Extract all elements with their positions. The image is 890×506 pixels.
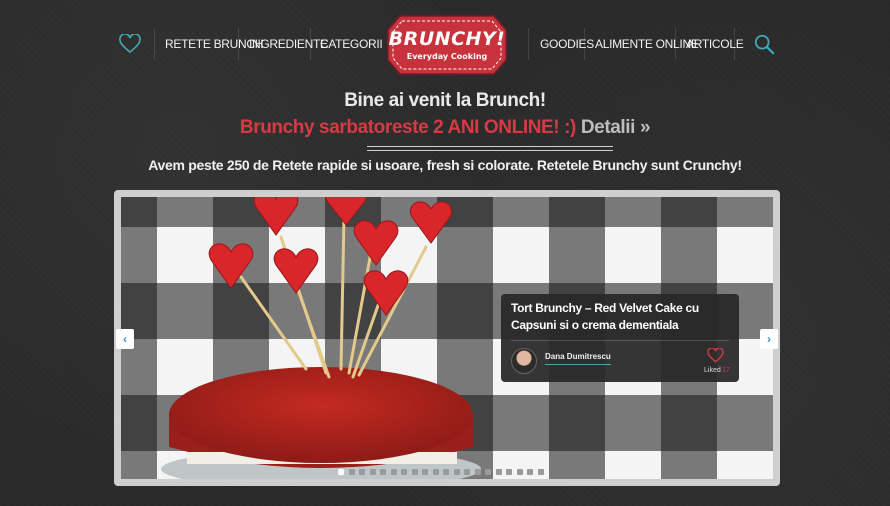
slider-dot[interactable]: [474, 469, 481, 475]
slider-prev-arrow[interactable]: ‹: [116, 329, 134, 349]
nav-categorii[interactable]: CATEGORII: [320, 30, 383, 58]
nav-divider: [675, 28, 676, 60]
slider-dot[interactable]: [432, 469, 439, 475]
liked-count: 17: [722, 367, 730, 374]
details-link[interactable]: Detalii »: [581, 117, 651, 138]
brunchy-logo[interactable]: BRUNCHY! Everyday Cooking: [386, 14, 508, 76]
promo-line: Brunchy sarbatoreste 2 ANI ONLINE! :) De…: [0, 117, 890, 139]
nav-divider: [238, 28, 239, 60]
slider-dot[interactable]: [527, 469, 533, 475]
nav-divider: [154, 28, 155, 60]
liked-label: Liked: [704, 367, 721, 374]
nav-divider: [734, 28, 735, 60]
logo-subtitle: Everyday Cooking: [406, 52, 488, 61]
author-avatar[interactable]: [511, 348, 537, 374]
nav-goodies[interactable]: GOODIES: [540, 30, 594, 58]
slider-dot[interactable]: [359, 469, 365, 475]
slider-dot[interactable]: [537, 469, 544, 475]
slider-dot[interactable]: [485, 469, 491, 475]
slider-dot[interactable]: [464, 469, 470, 475]
slider-dot[interactable]: [422, 469, 428, 475]
nav-divider: [528, 28, 529, 60]
nav-alimente-online[interactable]: ALIMENTE ONLINE: [595, 30, 699, 58]
slider-dot[interactable]: [411, 469, 418, 475]
slider-dot[interactable]: [401, 469, 407, 475]
slider-dot[interactable]: [390, 469, 397, 475]
slider-dot[interactable]: [516, 469, 523, 475]
slider-dot[interactable]: [380, 469, 386, 475]
slider-next-arrow[interactable]: ›: [760, 329, 778, 349]
nav-divider: [310, 28, 311, 60]
welcome-heading: Bine ai venit la Brunch!: [344, 90, 546, 111]
recipe-title[interactable]: Tort Brunchy – Red Velvet Cake cu Capsun…: [511, 300, 729, 334]
recipe-card[interactable]: Tort Brunchy – Red Velvet Cake cu Capsun…: [501, 294, 739, 382]
nav-ingrediente[interactable]: INGREDIENTE: [249, 30, 328, 58]
heart-icon[interactable]: [119, 34, 141, 54]
slider-dot[interactable]: [338, 469, 344, 475]
slider-dot[interactable]: [369, 469, 376, 475]
slider-dot[interactable]: [506, 469, 512, 475]
slider-dot[interactable]: [495, 469, 502, 475]
logo-title: BRUNCHY!: [388, 28, 506, 50]
nav-divider: [584, 28, 585, 60]
heading-divider: [367, 146, 613, 151]
slider-dot[interactable]: [443, 469, 449, 475]
heart-icon[interactable]: [707, 348, 724, 363]
slider-dot[interactable]: [348, 469, 355, 475]
tagline: Avem peste 250 de Retete rapide si usoar…: [148, 157, 742, 173]
author-name[interactable]: Dana Dumitrescu: [545, 352, 611, 365]
slider-dot[interactable]: [453, 469, 460, 475]
promo-text: Brunchy sarbatoreste 2 ANI ONLINE! :): [239, 117, 576, 138]
card-divider: [511, 340, 729, 341]
main-nav: RETETE BRUNCH INGREDIENTE CATEGORII BRUN…: [0, 0, 890, 90]
search-icon[interactable]: [753, 33, 775, 55]
